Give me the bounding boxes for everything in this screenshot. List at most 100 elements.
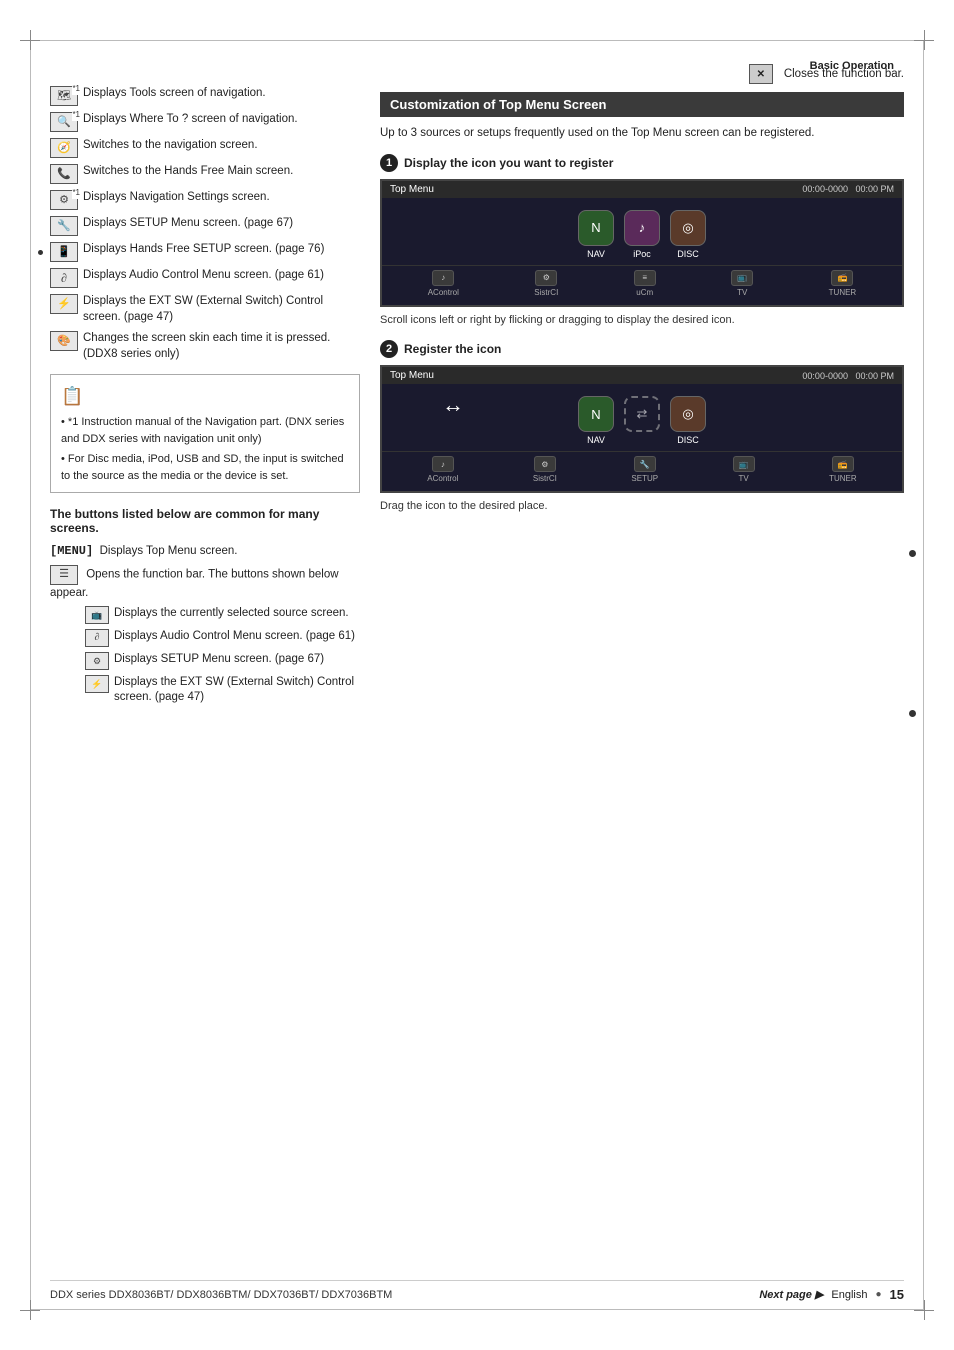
bottom2-btn-acontrol: ♪ AControl xyxy=(427,456,458,483)
list-item-setup-menu: 🔧 Displays SETUP Menu screen. (page 67) xyxy=(50,216,360,236)
customization-title: Customization of Top Menu Screen xyxy=(390,97,606,112)
screen-titlebar-1: Top Menu 00:00-0000 00:00 PM xyxy=(382,181,902,198)
sub-item-current-source: 📺 Displays the currently selected source… xyxy=(85,606,360,624)
tools-nav-icon: 🗺 *1 xyxy=(50,86,78,106)
bottom-btn-sistrci: ⚙ SistrCI xyxy=(534,270,558,297)
menu-btn-text: Displays Top Menu screen. xyxy=(100,545,238,557)
function-bar-text: Opens the function bar. The buttons show… xyxy=(50,568,339,599)
bottom-icon-tuner: 📻 xyxy=(831,270,853,286)
footer-right: Next page ▶ English ● 15 xyxy=(759,1287,904,1302)
step-1-number: 1 xyxy=(380,154,398,172)
nav-screen-text: Switches to the navigation screen. xyxy=(83,138,258,154)
step-2-caption: Drag the icon to the desired place. xyxy=(380,499,904,514)
step-1-caption: Scroll icons left or right by flicking o… xyxy=(380,313,904,328)
screen2-middle-circle: ⇄ xyxy=(624,396,660,432)
bottom-btn-tv: 📺 TV xyxy=(731,270,753,297)
bottom2-btn-tv: 📺 TV xyxy=(733,456,755,483)
screen2-disc-label: DISC xyxy=(677,435,699,445)
where-to-text: Displays Where To ? screen of navigation… xyxy=(83,112,298,128)
footer-next-page: Next page ▶ xyxy=(759,1288,823,1301)
screen-icon-nav: N NAV xyxy=(578,210,614,259)
sub-setup-text: Displays SETUP Menu screen. (page 67) xyxy=(114,652,324,668)
list-item-ext-sw: ⚡ Displays the EXT SW (External Switch) … xyxy=(50,294,360,325)
nav-label: NAV xyxy=(587,249,605,259)
current-source-icon: 📺 xyxy=(85,606,109,624)
screen-skin-text: Changes the screen skin each time it is … xyxy=(83,331,360,362)
list-item-hands-free-main: 📞 Switches to the Hands Free Main screen… xyxy=(50,164,360,184)
hands-free-main-icon: 📞 xyxy=(50,164,78,184)
list-item-nav-screen: 🧭 Switches to the navigation screen. xyxy=(50,138,360,158)
screen2-middle-label xyxy=(641,435,644,445)
bottom2-btn-setup: 🔧 SETUP xyxy=(631,456,658,483)
note-icon: 📋 xyxy=(61,383,349,410)
list-item-tools-nav: 🗺 *1 Displays Tools screen of navigation… xyxy=(50,86,360,106)
ipod-label: iPoc xyxy=(633,249,651,259)
nav-settings-text: Displays Navigation Settings screen. xyxy=(83,190,270,206)
footer-dot: ● xyxy=(875,1289,881,1300)
right-margin-dot-2 xyxy=(909,710,916,717)
screen-titlebar-2: Top Menu 00:00-0000 00:00 PM xyxy=(382,367,902,384)
screen-title-2: Top Menu xyxy=(390,370,434,381)
left-margin-dots xyxy=(38,250,43,255)
bottom2-icon-acontrol: ♪ xyxy=(432,456,454,472)
sub-audio-text: Displays Audio Control Menu screen. (pag… xyxy=(114,629,355,645)
crosshair-bottom-left xyxy=(20,1300,40,1320)
sub-ext-sw-icon: ⚡ xyxy=(85,675,109,693)
bottom-icon-ucm: ≡ xyxy=(634,270,656,286)
screen-bottom-row-1: ♪ AControl ⚙ SistrCI ≡ uCm 📺 TV xyxy=(382,265,902,305)
nav-icon-circle: N xyxy=(578,210,614,246)
setup-menu-text: Displays SETUP Menu screen. (page 67) xyxy=(83,216,293,232)
note-item-1: • *1 Instruction manual of the Navigatio… xyxy=(61,414,349,447)
screen-skin-icon: 🎨 xyxy=(50,331,78,351)
hands-free-main-text: Switches to the Hands Free Main screen. xyxy=(83,164,293,180)
ext-sw-text: Displays the EXT SW (External Switch) Co… xyxy=(83,294,360,325)
screen2-icon-disc: ◎ DISC xyxy=(670,396,706,445)
drag-arrow-indicator: ↔ xyxy=(442,392,464,418)
screen-icon-disc: ◎ DISC xyxy=(670,210,706,259)
screen2-nav-circle: N xyxy=(578,396,614,432)
bottom2-btn-tuner: 📻 TUNER xyxy=(829,456,857,483)
list-item-function-bar: ☰ Opens the function bar. The buttons sh… xyxy=(50,565,360,601)
screen-mockup-1: Top Menu 00:00-0000 00:00 PM N NAV ♪ iPo… xyxy=(380,179,904,307)
step-2-heading: 2 Register the icon xyxy=(380,340,904,358)
close-bar-text: Closes the function bar. xyxy=(784,68,904,80)
disc-icon-circle: ◎ xyxy=(670,210,706,246)
bottom-icon-sistrci: ⚙ xyxy=(535,270,557,286)
bottom2-btn-sistrci: ⚙ SistrCI xyxy=(533,456,557,483)
note-box: 📋 • *1 Instruction manual of the Navigat… xyxy=(50,374,360,493)
tools-nav-text: Displays Tools screen of navigation. xyxy=(83,86,266,102)
list-item-audio-control: ∂ Displays Audio Control Menu screen. (p… xyxy=(50,268,360,288)
screen-title-1: Top Menu xyxy=(390,184,434,195)
page-border-right xyxy=(923,40,924,1310)
page-footer: DDX series DDX8036BT/ DDX8036BTM/ DDX703… xyxy=(50,1280,904,1302)
bottom2-icon-setup: 🔧 xyxy=(634,456,656,472)
page-border-bottom xyxy=(30,1309,924,1310)
common-section: The buttons listed below are common for … xyxy=(50,507,360,706)
common-section-title: The buttons listed below are common for … xyxy=(50,507,360,535)
crosshair-top-right xyxy=(914,30,934,50)
step-2-number: 2 xyxy=(380,340,398,358)
sub-setup-icon: ⚙ xyxy=(85,652,109,670)
hands-free-setup-text: Displays Hands Free SETUP screen. (page … xyxy=(83,242,324,258)
bottom-icon-tv: 📺 xyxy=(731,270,753,286)
footer-language: English xyxy=(831,1289,867,1301)
right-column: ✕ Closes the function bar. Customization… xyxy=(380,86,904,711)
nav-settings-icon: ⚙ *1 xyxy=(50,190,78,210)
two-column-layout: 🗺 *1 Displays Tools screen of navigation… xyxy=(50,86,904,711)
list-item-nav-settings: ⚙ *1 Displays Navigation Settings screen… xyxy=(50,190,360,210)
ext-sw-icon: ⚡ xyxy=(50,294,78,314)
crosshair-top-left xyxy=(20,30,40,50)
customization-header: Customization of Top Menu Screen xyxy=(380,92,904,117)
bottom2-icon-sistrci: ⚙ xyxy=(534,456,556,472)
list-item-screen-skin: 🎨 Changes the screen skin each time it i… xyxy=(50,331,360,362)
bottom2-icon-tv: 📺 xyxy=(733,456,755,472)
list-item-hands-free-setup: 📱 Displays Hands Free SETUP screen. (pag… xyxy=(50,242,360,262)
step-1-title: Display the icon you want to register xyxy=(404,156,613,170)
bottom-btn-acontrol: ♪ AControl xyxy=(428,270,459,297)
footer-series: DDX series DDX8036BT/ DDX8036BTM/ DDX703… xyxy=(50,1289,392,1301)
menu-btn-label: [MENU] xyxy=(50,544,93,558)
screen-time-2: 00:00-0000 00:00 PM xyxy=(802,371,894,381)
right-margin-dot-1 xyxy=(909,550,916,557)
current-source-text: Displays the currently selected source s… xyxy=(114,606,349,622)
function-bar-icon: ☰ xyxy=(50,565,78,585)
